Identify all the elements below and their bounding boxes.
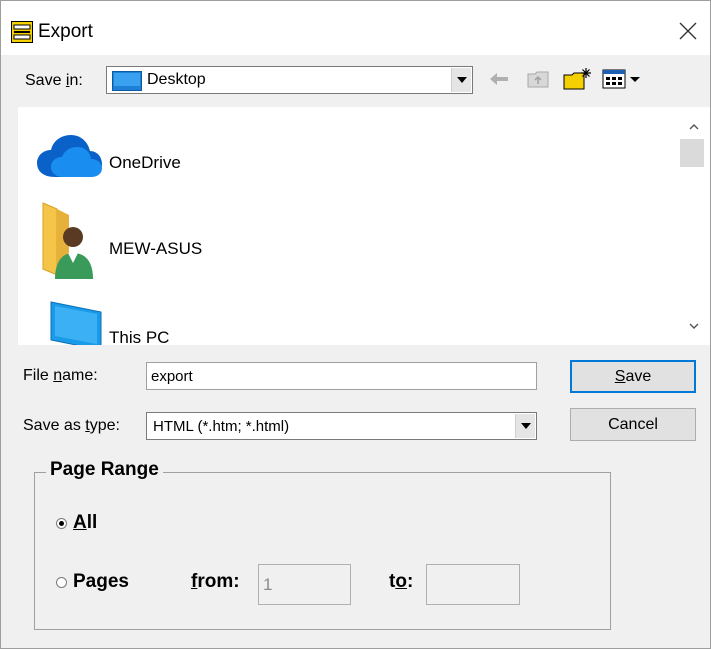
app-icon: [11, 21, 33, 43]
title-bar: Export: [1, 1, 710, 55]
onedrive-cloud-icon: [37, 135, 102, 177]
file-name-input[interactable]: [146, 362, 537, 390]
new-folder-button[interactable]: [560, 65, 594, 93]
pages-radio[interactable]: [56, 577, 67, 588]
back-icon: [490, 73, 508, 85]
list-item[interactable]: MEW-ASUS: [18, 202, 338, 279]
from-input[interactable]: [258, 564, 351, 605]
page-range-group: [34, 472, 611, 630]
up-folder-icon: [527, 71, 549, 88]
to-label: to:: [389, 571, 414, 592]
save-in-dropdown-arrow[interactable]: [451, 68, 471, 92]
all-radio-option[interactable]: All: [53, 511, 143, 537]
view-menu-icon: [602, 69, 640, 89]
scrollbar-thumb[interactable]: [680, 139, 704, 167]
chevron-down-icon: [520, 423, 531, 429]
save-as-type-dropdown[interactable]: HTML (*.htm; *.html): [146, 412, 537, 440]
list-item-label: OneDrive: [109, 153, 181, 172]
chevron-down-icon: [456, 77, 467, 83]
list-item-label: MEW-ASUS: [109, 239, 203, 258]
save-button[interactable]: Save: [570, 360, 696, 393]
page-range-title: Page Range: [46, 459, 163, 481]
chevron-up-icon: [689, 123, 699, 129]
save-button-label: Save: [614, 367, 652, 385]
save-as-type-label: Save as type:: [23, 417, 120, 434]
this-pc-icon: [50, 301, 102, 345]
from-label: from:: [191, 571, 240, 592]
file-list[interactable]: OneDrive MEW-ASUS This PC: [18, 107, 710, 345]
list-item[interactable]: This PC: [18, 291, 338, 345]
pages-radio-label: Pages: [73, 571, 129, 592]
scroll-up-button[interactable]: [686, 119, 702, 133]
save-in-value: Desktop: [147, 71, 206, 88]
chevron-down-icon: [689, 323, 699, 329]
save-in-dropdown[interactable]: Desktop: [106, 66, 473, 94]
list-item[interactable]: OneDrive: [18, 119, 338, 189]
list-item-label: This PC: [109, 328, 170, 345]
all-radio-label: All: [73, 512, 98, 533]
save-in-label: Save in:: [25, 72, 83, 89]
pages-radio-option[interactable]: Pages: [53, 569, 163, 595]
back-button[interactable]: [486, 65, 512, 93]
close-icon: [679, 22, 697, 40]
file-name-label: File name:: [23, 367, 98, 384]
save-as-type-dropdown-arrow[interactable]: [515, 414, 535, 438]
cancel-button[interactable]: Cancel: [570, 408, 696, 441]
save-as-type-value: HTML (*.htm; *.html): [153, 418, 290, 435]
up-folder-button[interactable]: [524, 65, 552, 93]
cancel-button-label: Cancel: [608, 415, 658, 433]
new-folder-icon: [563, 68, 591, 90]
window-title: Export: [38, 21, 93, 42]
close-button[interactable]: [674, 17, 702, 45]
view-menu-button[interactable]: [600, 65, 646, 93]
scroll-down-button[interactable]: [686, 319, 702, 333]
to-input[interactable]: [426, 564, 520, 605]
user-folder-icon: [42, 202, 93, 279]
desktop-icon: [112, 71, 142, 91]
all-radio[interactable]: [56, 518, 67, 529]
export-dialog: Export Save in: Desktop OneDrive MEW-ASU…: [0, 0, 711, 649]
